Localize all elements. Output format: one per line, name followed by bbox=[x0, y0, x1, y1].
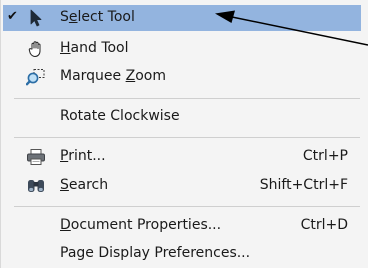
menu-separator bbox=[14, 98, 360, 99]
shortcut-label: Ctrl+P bbox=[302, 148, 348, 164]
menu-separator bbox=[14, 206, 360, 207]
menu-item-hand-tool[interactable]: Hand Tool bbox=[3, 36, 361, 62]
menu-item-label: Marquee Zoom bbox=[60, 68, 166, 84]
context-menu: ✔ Select Tool Hand Tool Marquee Zoom Rot… bbox=[0, 0, 368, 268]
menu-item-label: Print... bbox=[60, 148, 106, 164]
shortcut-label: Shift+Ctrl+F bbox=[259, 177, 348, 193]
shortcut-label: Ctrl+D bbox=[300, 217, 348, 233]
menu-item-marquee-zoom[interactable]: Marquee Zoom bbox=[3, 64, 361, 90]
printer-icon bbox=[26, 147, 46, 167]
menu-item-label: Rotate Clockwise bbox=[60, 108, 180, 124]
menu-item-label: Hand Tool bbox=[60, 40, 129, 56]
marquee-zoom-icon bbox=[26, 67, 46, 87]
pointer-icon bbox=[26, 8, 46, 28]
menu-item-label: Select Tool bbox=[60, 9, 135, 25]
checkmark-icon: ✔ bbox=[7, 9, 18, 24]
menu-item-document-properties[interactable]: Document Properties... Ctrl+D bbox=[3, 213, 361, 239]
menu-item-rotate-clockwise[interactable]: Rotate Clockwise bbox=[3, 104, 361, 130]
menu-separator bbox=[14, 137, 360, 138]
menu-item-label: Search bbox=[60, 177, 109, 193]
menu-item-search[interactable]: Search Shift+Ctrl+F bbox=[3, 173, 361, 199]
menu-item-label: Page Display Preferences... bbox=[60, 245, 251, 261]
menu-item-label: Document Properties... bbox=[60, 217, 222, 233]
menu-item-page-display-preferences[interactable]: Page Display Preferences... bbox=[3, 241, 361, 267]
hand-icon bbox=[26, 39, 46, 59]
menu-item-print[interactable]: Print... Ctrl+P bbox=[3, 144, 361, 170]
menu-item-select-tool[interactable]: ✔ Select Tool bbox=[3, 5, 361, 31]
binoculars-icon bbox=[26, 176, 46, 196]
